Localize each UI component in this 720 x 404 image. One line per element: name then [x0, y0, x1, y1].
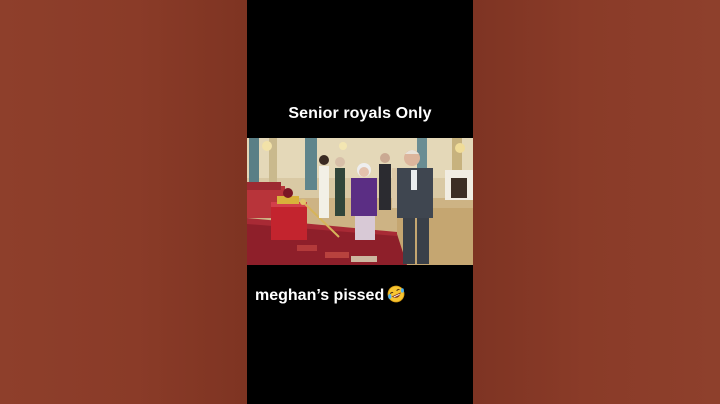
rolling-on-the-floor-laughing-icon	[387, 285, 405, 303]
bottom-caption: meghan’s pissed	[255, 285, 405, 306]
blurred-side-left	[0, 0, 247, 404]
bottom-caption-text: meghan’s pissed	[255, 287, 385, 304]
video-panel[interactable]: Senior royals Only meghan’s pissed	[247, 0, 473, 404]
top-caption: Senior royals Only	[288, 105, 432, 122]
blurred-side-right	[473, 0, 720, 404]
short-video-frame: Senior royals Only meghan’s pissed	[0, 0, 720, 404]
video-photo	[247, 138, 473, 265]
